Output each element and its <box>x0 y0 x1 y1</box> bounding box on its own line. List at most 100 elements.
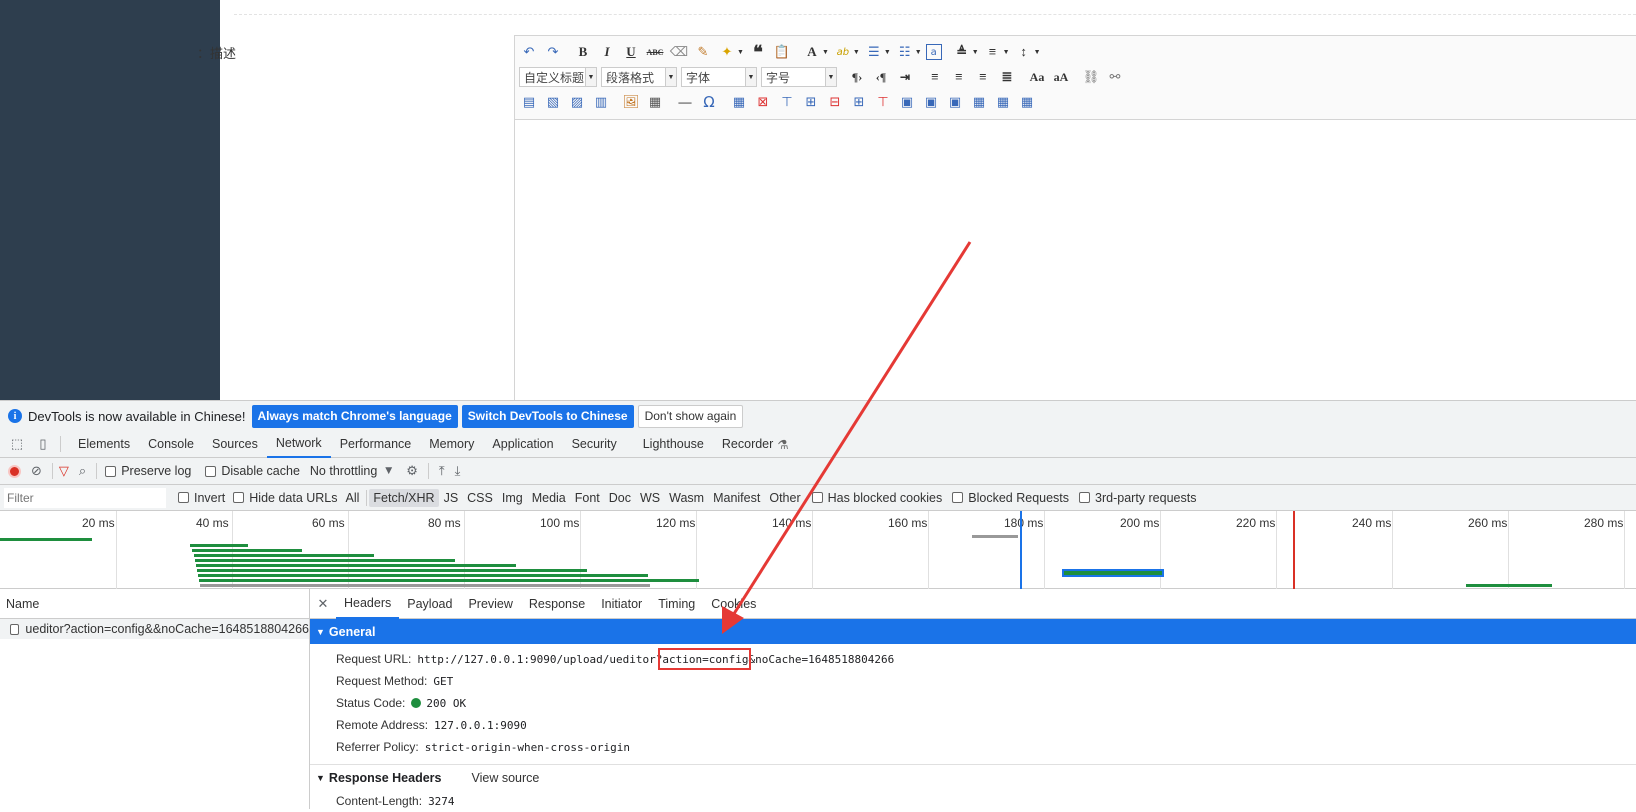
strikethrough-icon[interactable]: ABC <box>645 42 665 62</box>
tab-elements[interactable]: Elements <box>69 431 139 458</box>
underline-icon[interactable]: U <box>621 42 641 62</box>
search-icon[interactable]: ⌕ <box>79 464 86 479</box>
hide-data-urls-checkbox[interactable] <box>233 492 245 503</box>
invert-checkbox[interactable] <box>178 492 189 503</box>
undo-icon[interactable]: ↶ <box>519 42 539 62</box>
inspect-element-icon[interactable]: ⬚ <box>8 435 26 453</box>
merge-down-icon[interactable]: ▣ <box>945 92 965 112</box>
insert-caption-icon[interactable]: ⊤ <box>777 92 797 112</box>
insert-row-icon[interactable]: ⊞ <box>801 92 821 112</box>
network-overview-timeline[interactable]: 20 ms 40 ms 60 ms 80 ms 100 ms 120 ms 14… <box>0 511 1636 589</box>
tab-security[interactable]: Security <box>563 431 626 458</box>
close-icon[interactable]: ✕ <box>310 596 336 612</box>
switch-language-button[interactable]: Switch DevTools to Chinese <box>461 404 634 428</box>
chevron-down-icon[interactable]: ▼ <box>1034 49 1041 56</box>
tab-cookies[interactable]: Cookies <box>703 589 764 619</box>
export-har-icon[interactable]: ⤓ <box>455 464 461 479</box>
editor-body[interactable] <box>515 120 1636 400</box>
split-cells-icon[interactable]: ▦ <box>969 92 989 112</box>
autotypeset-icon[interactable]: ✦ <box>717 42 737 62</box>
unordered-list-icon[interactable]: ☷ <box>895 42 915 62</box>
filter-all[interactable]: All <box>342 489 364 507</box>
import-har-icon[interactable]: ⤒ <box>439 464 445 479</box>
ltr-icon[interactable]: ¶› <box>847 67 867 87</box>
filter-ws[interactable]: WS <box>636 489 664 507</box>
tab-timing[interactable]: Timing <box>650 589 703 619</box>
align-justify-icon[interactable]: ≣ <box>997 67 1017 87</box>
split-rows-icon[interactable]: ▦ <box>993 92 1013 112</box>
font-size-select[interactable]: 字号 ▼ <box>761 67 837 87</box>
format-brush-icon[interactable]: ✎ <box>693 42 713 62</box>
filter-wasm[interactable]: Wasm <box>665 489 708 507</box>
insert-video-icon[interactable]: ▦ <box>645 92 665 112</box>
filter-js[interactable]: JS <box>440 489 463 507</box>
link-icon[interactable]: ⛓ <box>1081 67 1101 87</box>
image-center-icon[interactable]: ▥ <box>591 92 611 112</box>
image-right-icon[interactable]: ▨ <box>567 92 587 112</box>
special-chars-icon[interactable]: Ω <box>699 92 719 112</box>
bold-icon[interactable]: B <box>573 42 593 62</box>
filter-font[interactable]: Font <box>571 489 604 507</box>
unlink-icon[interactable]: ⚯ <box>1105 67 1125 87</box>
filter-media[interactable]: Media <box>528 489 570 507</box>
filter-icon[interactable]: ▽ <box>59 464 69 479</box>
request-row[interactable]: ueditor?action=config&&noCache=164851880… <box>0 619 309 639</box>
tab-console[interactable]: Console <box>139 431 203 458</box>
eraser-icon[interactable]: ⌫ <box>669 42 689 62</box>
clear-icon[interactable]: ⊘ <box>31 464 42 479</box>
rtl-icon[interactable]: ‹¶ <box>871 67 891 87</box>
row-spacing-top-icon[interactable]: ≜ <box>952 42 972 62</box>
italic-icon[interactable]: I <box>597 42 617 62</box>
horizontal-rule-icon[interactable]: — <box>675 92 695 112</box>
image-none-icon[interactable]: ▤ <box>519 92 539 112</box>
insert-table-icon[interactable]: ▦ <box>729 92 749 112</box>
to-lowercase-icon[interactable]: aA <box>1051 67 1071 87</box>
blocked-requests-checkbox[interactable] <box>952 492 964 503</box>
filter-fetch-xhr[interactable]: Fetch/XHR <box>369 488 439 507</box>
row-spacing-bottom-icon[interactable]: ≡ <box>983 42 1003 62</box>
name-column-header[interactable]: Name <box>0 589 309 619</box>
filter-manifest[interactable]: Manifest <box>709 489 764 507</box>
tab-response[interactable]: Response <box>521 589 593 619</box>
chevron-down-icon[interactable]: ▼ <box>884 49 891 56</box>
chevron-down-icon[interactable]: ▼ <box>915 49 922 56</box>
disable-cache-checkbox[interactable] <box>205 465 217 477</box>
chevron-down-icon[interactable]: ▼ <box>385 466 392 476</box>
tab-memory[interactable]: Memory <box>420 431 483 458</box>
tab-sources[interactable]: Sources <box>203 431 267 458</box>
chevron-down-icon[interactable]: ▼ <box>853 49 860 56</box>
record-icon[interactable] <box>8 464 21 478</box>
filter-other[interactable]: Other <box>765 489 804 507</box>
to-uppercase-icon[interactable]: Aa <box>1027 67 1047 87</box>
select-all-icon[interactable]: a <box>925 44 942 60</box>
align-center-icon[interactable]: ≡ <box>949 67 969 87</box>
indent-icon[interactable]: ⇥ <box>895 67 915 87</box>
delete-col-icon[interactable]: ⊤ <box>873 92 893 112</box>
ordered-list-icon[interactable]: ☰ <box>864 42 884 62</box>
line-height-icon[interactable]: ↕ <box>1014 42 1034 62</box>
redo-icon[interactable]: ↷ <box>543 42 563 62</box>
tab-lighthouse[interactable]: Lighthouse <box>634 431 713 458</box>
filter-img[interactable]: Img <box>498 489 527 507</box>
tab-application[interactable]: Application <box>483 431 562 458</box>
blockquote-icon[interactable]: ❝ <box>748 42 768 62</box>
chevron-down-icon[interactable]: ▼ <box>822 49 829 56</box>
font-family-select[interactable]: 字体 ▼ <box>681 67 757 87</box>
merge-right-icon[interactable]: ▣ <box>921 92 941 112</box>
split-cols-icon[interactable]: ▦ <box>1017 92 1037 112</box>
delete-table-icon[interactable]: ⊠ <box>753 92 773 112</box>
tab-network[interactable]: Network <box>266 431 331 458</box>
forecolor-icon[interactable]: A <box>802 42 822 62</box>
chevron-down-icon[interactable]: ▼ <box>972 49 979 56</box>
dont-show-again-button[interactable]: Don't show again <box>637 404 744 428</box>
chevron-down-icon[interactable]: ▼ <box>737 49 744 56</box>
preserve-log-checkbox[interactable] <box>105 465 117 477</box>
throttling-select[interactable]: No throttling <box>310 464 377 478</box>
third-party-checkbox[interactable] <box>1079 492 1091 503</box>
view-source-link[interactable]: View source <box>471 771 539 785</box>
filter-doc[interactable]: Doc <box>605 489 635 507</box>
image-left-icon[interactable]: ▧ <box>543 92 563 112</box>
general-section-header[interactable]: ▼ General <box>310 619 1636 644</box>
tab-headers[interactable]: Headers <box>336 589 400 619</box>
tab-performance[interactable]: Performance <box>331 431 421 458</box>
